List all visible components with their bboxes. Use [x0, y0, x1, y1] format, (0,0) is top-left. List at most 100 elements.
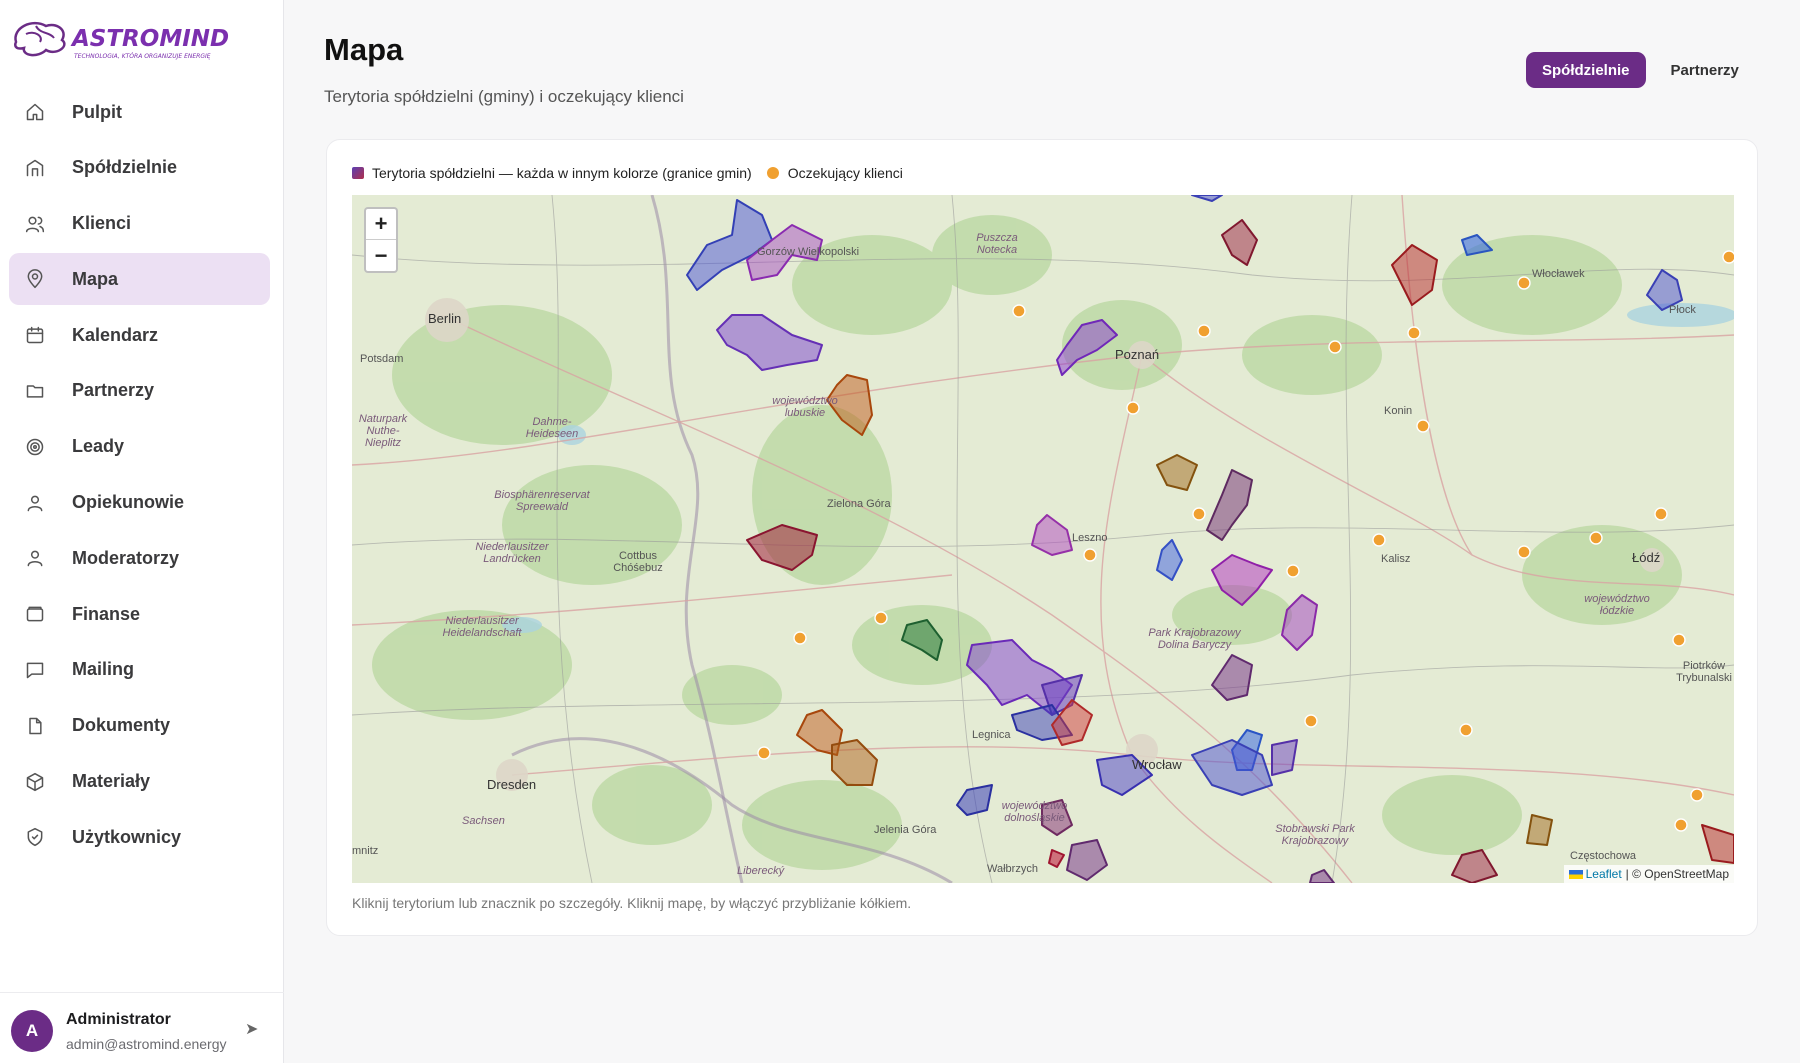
- map-label-city: Piotrków Trybunalski: [1676, 660, 1732, 684]
- zoom-out-button[interactable]: −: [366, 240, 396, 271]
- map-label-region: Stobrawski Park Krajobrazowy: [1275, 823, 1355, 847]
- sidebar-item-label: Pulpit: [72, 101, 122, 122]
- map-label-region: województwo łódzkie: [1584, 593, 1650, 617]
- map-canvas[interactable]: Berlin Potsdam Poznań Zielona Góra Cottb…: [352, 195, 1734, 883]
- map-label-region: Niederlausitzer Heidelandschaft: [442, 615, 522, 639]
- users-icon: [24, 213, 46, 235]
- map-label-region: Biosphärenreservat Spreewald: [494, 489, 590, 513]
- sidebar-item-kalendarz[interactable]: Kalendarz: [9, 309, 270, 361]
- leaflet-link[interactable]: Leaflet: [1586, 867, 1622, 881]
- sidebar-item-label: Dokumenty: [72, 715, 171, 736]
- logo-tagline: TECHNOLOGIA, KTÓRA ORGANIZUJE ENERGIĘ: [74, 53, 211, 60]
- map-label-city: Częstochowa: [1570, 850, 1637, 862]
- wallet-icon: [24, 603, 46, 625]
- building-icon: [24, 157, 46, 179]
- map-label-city: Konin: [1384, 405, 1413, 417]
- user-icon: [24, 492, 46, 514]
- page-subtitle: Terytoria spółdzielni (gminy) i oczekują…: [324, 87, 684, 106]
- sidebar-item-uzytkownicy[interactable]: Użytkownicy: [9, 811, 270, 863]
- map-label-city: Poznań: [1115, 347, 1160, 362]
- map-label-region: Puszcza Notecka: [976, 232, 1018, 256]
- map-label-city: Włocławek: [1532, 268, 1585, 280]
- territory-legend-swatch: [352, 167, 364, 179]
- map-label-city: Płock: [1669, 304, 1696, 316]
- logout-icon[interactable]: ➤: [245, 1019, 265, 1039]
- map-label-region: Niederlausitzer Landrücken: [475, 541, 549, 565]
- client-legend-label: Oczekujący klienci: [787, 165, 903, 181]
- calendar-icon: [24, 324, 46, 346]
- map-label-region: Sachsen: [462, 815, 505, 827]
- astromind-logo[interactable]: ASTROMIND TECHNOLOGIA, KTÓRA ORGANIZUJE …: [10, 12, 230, 64]
- sidebar-item-label: Finanse: [72, 603, 141, 624]
- zoom-in-button[interactable]: +: [366, 209, 396, 240]
- sidebar-item-label: Leady: [72, 436, 125, 457]
- map-label-city: Dresden: [487, 777, 537, 792]
- file-icon: [24, 715, 46, 737]
- sidebar-item-label: Użytkownicy: [72, 826, 182, 847]
- sidebar-item-label: Kalendarz: [72, 324, 159, 345]
- map-label-city: Jelenia Góra: [874, 824, 937, 836]
- sidebar-item-materialy[interactable]: Materiały: [9, 756, 270, 808]
- user-name: Administrator: [66, 1011, 171, 1028]
- user-icon: [24, 547, 46, 569]
- client-legend-swatch: [766, 167, 779, 179]
- territory-legend-label: Terytoria spółdzielni — każda w innym ko…: [372, 165, 752, 181]
- home-icon: [24, 101, 46, 123]
- sidebar-item-label: Partnerzy: [72, 380, 155, 401]
- sidebar-item-label: Moderatorzy: [72, 547, 180, 568]
- map-card: Terytoria spółdzielni — każda w innym ko…: [326, 139, 1758, 936]
- sidebar-item-finanse[interactable]: Finanse: [9, 588, 270, 640]
- map-label-city: Łódź: [1632, 550, 1661, 565]
- map-label-city: Potsdam: [360, 353, 404, 365]
- ukraine-flag-icon: [1568, 869, 1583, 879]
- sidebar-item-label: Spółdzielnie: [72, 157, 178, 178]
- map-label-city: Gorzów Wielkopolski: [757, 246, 860, 258]
- map-label-city: Legnica: [972, 729, 1011, 741]
- logo-wordmark: ASTROMIND: [70, 26, 229, 52]
- toggle-spoldzielnie-button[interactable]: Spółdzielnie: [1526, 52, 1646, 88]
- sidebar-item-label: Klienci: [72, 213, 132, 234]
- toggle-partnerzy-button[interactable]: Partnerzy: [1655, 52, 1755, 88]
- sidebar-item-partnerzy[interactable]: Partnerzy: [9, 365, 270, 417]
- sidebar-item-mapa[interactable]: Mapa: [9, 253, 270, 306]
- sidebar-item-klienci[interactable]: Klienci: [9, 198, 270, 250]
- map-label-city: Kalisz: [1381, 553, 1411, 565]
- message-icon: [24, 659, 46, 681]
- sidebar-nav: Pulpit Spółdzielnie Klienci Mapa Kalenda…: [9, 86, 270, 867]
- target-icon: [24, 436, 46, 458]
- view-toggle: Spółdzielnie Partnerzy: [1526, 52, 1755, 88]
- sidebar-item-label: Mapa: [72, 268, 119, 289]
- box-icon: [24, 771, 46, 793]
- map-pin-icon: [24, 268, 46, 290]
- sidebar-item-moderatorzy[interactable]: Moderatorzy: [9, 532, 270, 584]
- avatar[interactable]: A: [11, 1010, 53, 1052]
- map-label-region: województwo lubuskie: [772, 395, 838, 419]
- user-email: admin@astromind.energy: [66, 1036, 227, 1052]
- zoom-control: + −: [364, 207, 398, 273]
- map-base-layer: [352, 195, 1734, 883]
- map-hint: Kliknij terytorium lub znacznik po szcze…: [352, 895, 912, 911]
- sidebar-item-pulpit[interactable]: Pulpit: [9, 86, 270, 138]
- map-legend: Terytoria spółdzielni — każda w innym ko…: [352, 165, 903, 181]
- user-profile: A Administrator admin@astromind.energy ➤: [0, 992, 284, 1063]
- map-label-region: Park Krajobrazowy Dolina Baryczy: [1148, 627, 1241, 651]
- sidebar-item-dokumenty[interactable]: Dokumenty: [9, 700, 270, 752]
- page-title: Mapa: [324, 32, 404, 67]
- osm-attribution: | © OpenStreetMap: [1625, 867, 1729, 881]
- map-label-region: Liberecký: [737, 865, 785, 877]
- shield-icon: [24, 826, 46, 848]
- sidebar-item-label: Opiekunowie: [72, 492, 185, 513]
- sidebar-item-leady[interactable]: Leady: [9, 421, 270, 473]
- map-label-city: Wrocław: [1132, 757, 1182, 772]
- map-label-region: mnitz: [352, 845, 379, 857]
- map-attribution: Leaflet | © OpenStreetMap: [1563, 865, 1734, 883]
- sidebar-item-mailing[interactable]: Mailing: [9, 644, 270, 696]
- sidebar-item-opiekunowie[interactable]: Opiekunowie: [9, 477, 270, 529]
- sidebar-item-spoldzielnie[interactable]: Spółdzielnie: [9, 142, 270, 194]
- sidebar-item-label: Materiały: [72, 771, 151, 792]
- map-label-region: województwo dolnośląskie: [1001, 800, 1068, 824]
- folder-icon: [24, 380, 46, 402]
- map-label-city: Cottbus Chóśebuz: [613, 550, 663, 574]
- map-label-city: Berlin: [428, 311, 462, 326]
- sidebar: ASTROMIND TECHNOLOGIA, KTÓRA ORGANIZUJE …: [0, 0, 284, 1063]
